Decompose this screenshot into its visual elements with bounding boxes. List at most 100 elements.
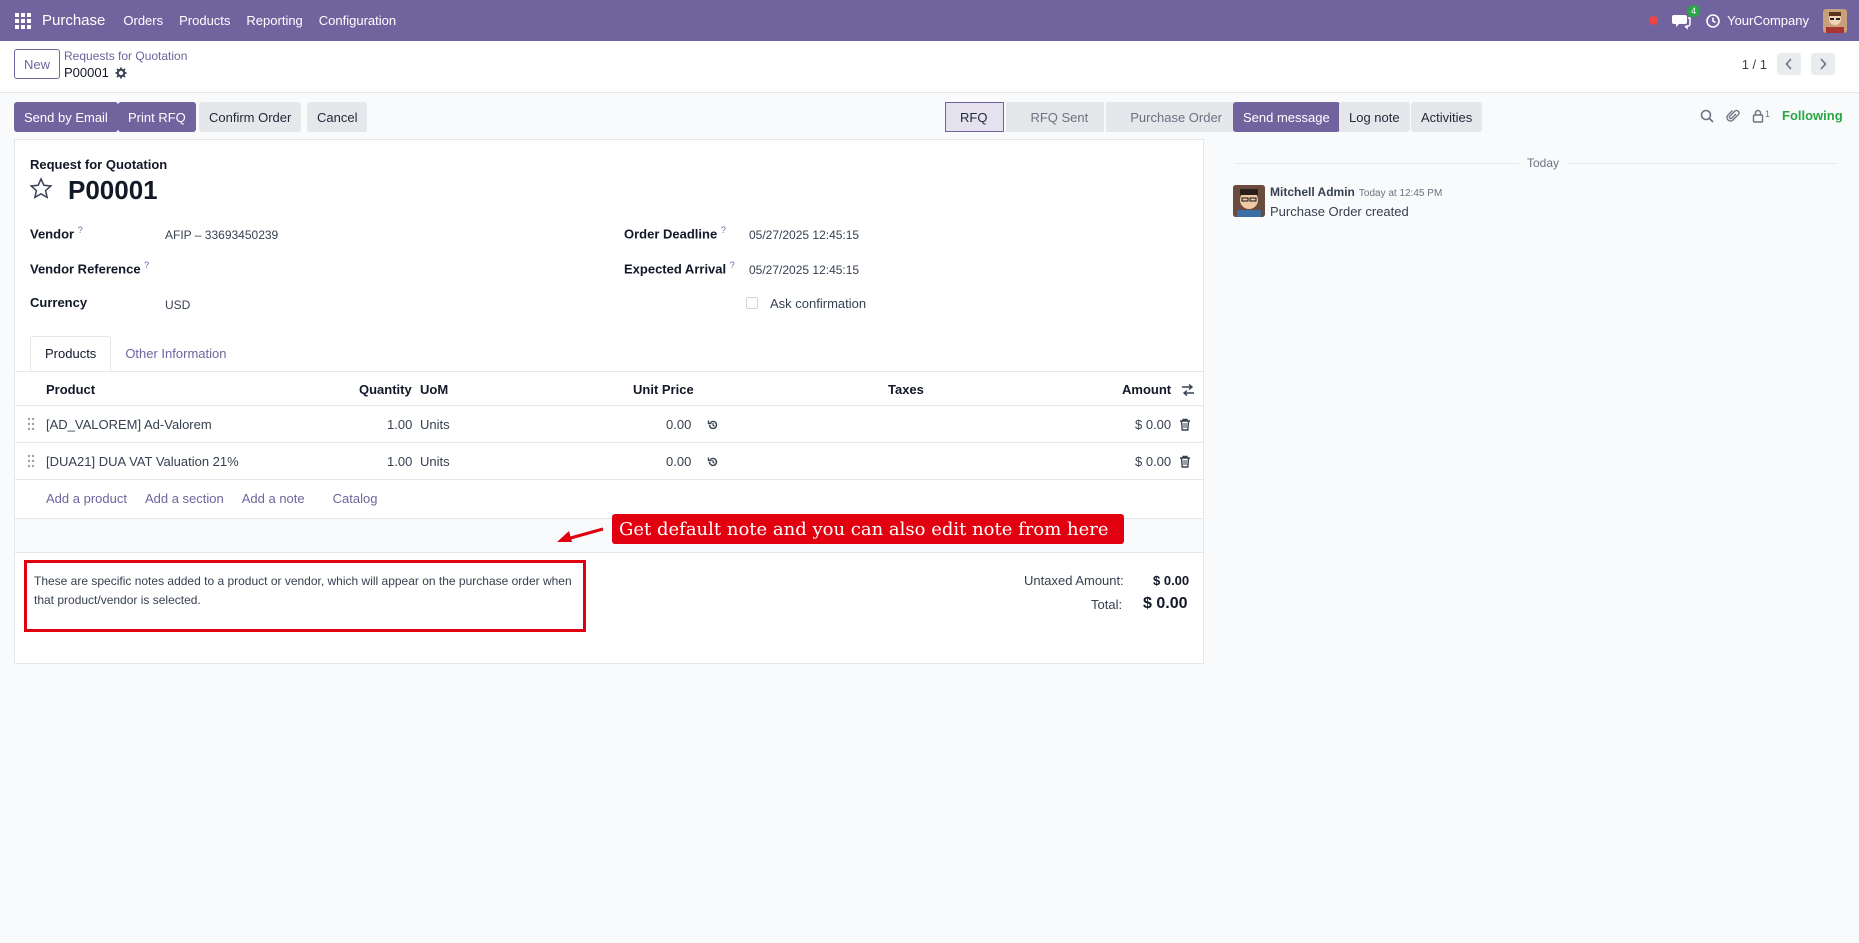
menu-reporting[interactable]: Reporting: [246, 13, 302, 28]
send-by-email-button[interactable]: Send by Email: [14, 102, 118, 132]
log-note-button[interactable]: Log note: [1339, 102, 1410, 132]
app-brand[interactable]: Purchase: [42, 12, 105, 29]
trash-icon[interactable]: [1179, 418, 1191, 431]
vendor-reference-label: Vendor Reference ?: [30, 260, 149, 276]
following-button[interactable]: Following: [1782, 108, 1843, 123]
pager-next-button[interactable]: [1811, 53, 1835, 75]
send-message-button[interactable]: Send message: [1233, 102, 1340, 132]
recording-dot-icon[interactable]: [1649, 16, 1659, 25]
column-header-taxes[interactable]: Taxes: [888, 382, 924, 397]
doc-name: P00001: [68, 175, 158, 205]
chevron-right-icon: [1820, 58, 1827, 70]
top-navbar: Purchase Orders Products Reporting Confi…: [0, 0, 1859, 41]
order-deadline-field[interactable]: 05/27/2025 12:45:15: [749, 228, 859, 242]
vendor-help-icon[interactable]: ?: [78, 225, 83, 235]
gear-icon[interactable]: [115, 67, 127, 79]
search-icon[interactable]: [1700, 109, 1714, 123]
row-amount: $ 0.00: [1135, 417, 1172, 432]
followers-button[interactable]: 1: [1752, 109, 1770, 123]
terms-note-field[interactable]: These are specific notes added to a prod…: [24, 560, 586, 632]
new-button[interactable]: New: [14, 49, 60, 79]
doc-type-label: Request for Quotation: [30, 157, 168, 172]
add-product-link[interactable]: Add a product: [46, 491, 127, 506]
apps-grid-icon[interactable]: [14, 12, 32, 30]
breadcrumb-parent[interactable]: Requests for Quotation: [64, 49, 187, 63]
vendor-reference-label-text: Vendor Reference: [30, 261, 141, 277]
message-author: Mitchell Admin Today at 12:45 PM: [1270, 185, 1442, 199]
stage-rfq-sent[interactable]: RFQ Sent: [1006, 102, 1105, 132]
company-switcher[interactable]: YourCompany: [1706, 13, 1809, 28]
menu-orders[interactable]: Orders: [123, 13, 163, 28]
date-separator-label: Today: [1519, 156, 1568, 170]
pager-value[interactable]: 1 / 1: [1742, 57, 1767, 72]
table-footer-border: [15, 552, 1203, 553]
breadcrumb-current: P00001: [64, 65, 127, 80]
expected-arrival-label-text: Expected Arrival: [624, 261, 727, 277]
drag-handle-icon[interactable]: [27, 454, 35, 468]
chatter-topbar-icons: 1 Following: [1700, 108, 1843, 123]
row-quantity: 1.00: [387, 454, 413, 469]
notebook-tabs: Products Other Information: [30, 336, 240, 371]
optional-columns-icon[interactable]: [1181, 384, 1195, 396]
row-quantity: 1.00: [387, 417, 413, 432]
menu-products[interactable]: Products: [179, 13, 230, 28]
add-note-link[interactable]: Add a note: [242, 491, 305, 506]
tab-products[interactable]: Products: [30, 336, 112, 371]
ask-confirmation-checkbox[interactable]: [746, 297, 758, 309]
stage-rfq[interactable]: RFQ: [945, 102, 1005, 132]
menu-configuration[interactable]: Configuration: [319, 13, 396, 28]
add-section-link[interactable]: Add a section: [145, 491, 224, 506]
message-body: Purchase Order created: [1270, 204, 1409, 219]
user-avatar[interactable]: [1823, 8, 1847, 33]
column-header-quantity[interactable]: Quantity: [359, 382, 412, 397]
followers-count: 1: [1765, 108, 1771, 119]
column-header-unit-price[interactable]: Unit Price: [633, 382, 694, 397]
row-amount: $ 0.00: [1135, 454, 1172, 469]
vendor-reference-field[interactable]: [165, 258, 585, 278]
order-deadline-help-icon[interactable]: ?: [721, 225, 726, 235]
messaging-icon[interactable]: 4: [1672, 4, 1701, 30]
expected-arrival-help-icon[interactable]: ?: [730, 260, 735, 270]
lock-icon: [1752, 109, 1764, 123]
row-product: [DUA21] DUA VAT Valuation 21%: [46, 454, 239, 469]
row-unit-price: 0.00: [666, 417, 692, 432]
catalog-link[interactable]: Catalog: [333, 491, 378, 506]
cancel-button[interactable]: Cancel: [307, 102, 368, 132]
column-header-uom[interactable]: UoM: [420, 382, 448, 397]
currency-label: Currency: [30, 295, 88, 310]
control-panel: New Requests for Quotation P00001 1 / 1: [0, 41, 1859, 93]
drag-handle-icon[interactable]: [27, 417, 35, 431]
column-header-product[interactable]: Product: [46, 382, 95, 397]
price-history-icon[interactable]: [707, 419, 719, 431]
currency-field[interactable]: USD: [165, 298, 190, 312]
paperclip-icon[interactable]: [1726, 109, 1740, 123]
tab-other-information[interactable]: Other Information: [111, 336, 240, 371]
vendor-field[interactable]: AFIP – 33693450239: [165, 228, 278, 242]
ask-confirmation-label: Ask confirmation: [770, 296, 867, 311]
total-label: Total:: [1091, 597, 1123, 612]
company-name: YourCompany: [1727, 13, 1809, 28]
pager-previous-button[interactable]: [1777, 53, 1801, 75]
column-header-amount[interactable]: Amount: [1122, 382, 1171, 397]
untaxed-amount-value: $ 0.00: [1153, 573, 1190, 588]
confirm-order-button[interactable]: Confirm Order: [199, 102, 302, 132]
message-author-name[interactable]: Mitchell Admin: [1270, 185, 1355, 199]
tab-divider: [15, 371, 1203, 372]
breadcrumb-current-label: P00001: [64, 65, 109, 80]
untaxed-amount-label: Untaxed Amount:: [1024, 573, 1124, 588]
annotation-arrow-icon: [557, 527, 604, 542]
expected-arrival-field[interactable]: 05/27/2025 12:45:15: [749, 263, 859, 277]
chat-count-badge: 4: [1687, 4, 1701, 17]
stage-purchase-order[interactable]: Purchase Order: [1106, 102, 1239, 132]
vendor-reference-help-icon[interactable]: ?: [144, 260, 149, 270]
print-rfq-button[interactable]: Print RFQ: [118, 102, 196, 132]
message-timestamp: Today at 12:45 PM: [1358, 188, 1443, 199]
table-row[interactable]: [AD_VALOREM] Ad-Valorem 1.00 Units 0.00 …: [15, 405, 1203, 442]
price-history-icon[interactable]: [707, 456, 719, 468]
table-row[interactable]: [DUA21] DUA VAT Valuation 21% 1.00 Units…: [15, 442, 1203, 479]
vendor-label: Vendor ?: [30, 225, 83, 241]
message-author-avatar[interactable]: [1233, 185, 1265, 217]
trash-icon[interactable]: [1179, 455, 1191, 468]
star-icon[interactable]: [29, 177, 53, 201]
activities-button[interactable]: Activities: [1411, 102, 1483, 132]
